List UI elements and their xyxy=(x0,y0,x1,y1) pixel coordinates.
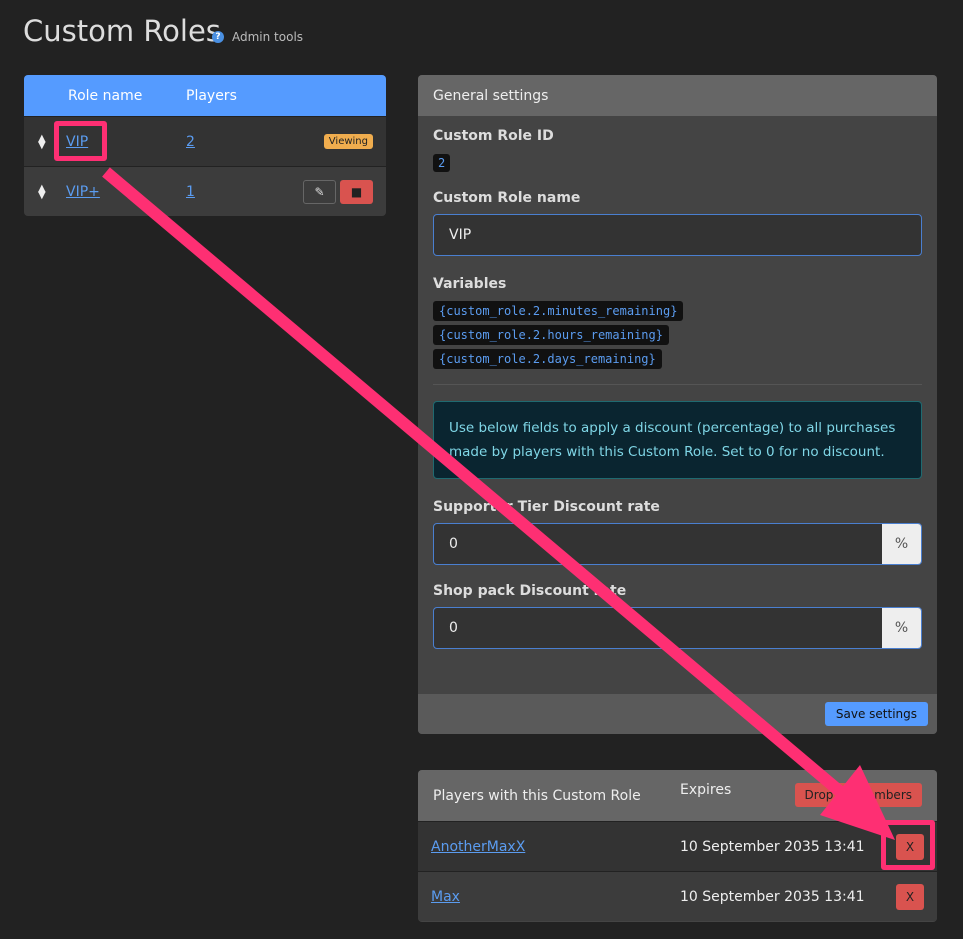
arrow-head xyxy=(820,765,895,840)
arrow-shaft xyxy=(106,172,850,800)
annotation-arrow xyxy=(0,0,963,939)
